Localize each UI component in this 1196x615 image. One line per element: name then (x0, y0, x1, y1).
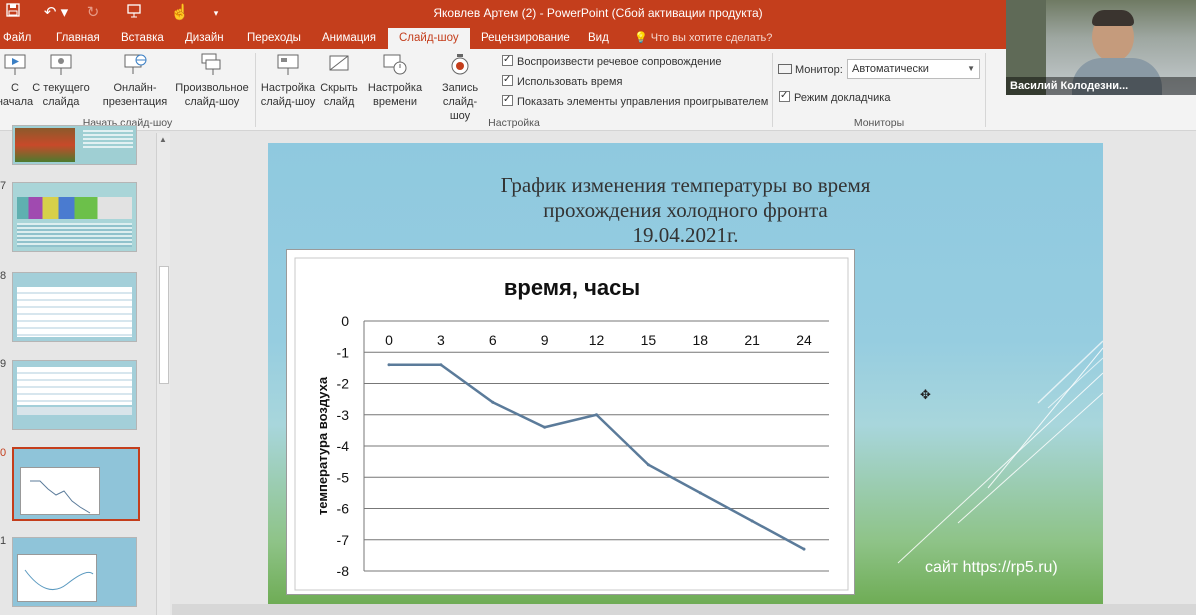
monitor-icon (778, 64, 792, 74)
y-tick-label: 0 (341, 313, 349, 329)
from-current-button[interactable]: С текущего слайда (30, 52, 92, 109)
x-tick-label: 3 (437, 332, 445, 348)
x-tick-label: 9 (541, 332, 549, 348)
setup-show-icon (275, 52, 301, 78)
record-icon (447, 52, 473, 78)
custom-slideshow-button[interactable]: Произвольное слайд-шоу (172, 52, 252, 109)
tab-home[interactable]: Главная (47, 28, 109, 49)
y-tick-label: -5 (337, 469, 350, 485)
checkbox-checked-icon (779, 89, 790, 103)
y-tick-label: -1 (337, 344, 350, 360)
presenter-view-checkbox[interactable]: Режим докладчика (779, 89, 890, 105)
slide-canvas[interactable]: График изменения температуры во время пр… (268, 143, 1103, 613)
x-tick-label: 12 (589, 332, 605, 348)
monitor-label: Монитор: (778, 63, 843, 77)
slideshow-from-current-icon (48, 52, 74, 78)
tab-slideshow[interactable]: Слайд-шоу (388, 28, 470, 49)
x-tick-label: 18 (692, 332, 708, 348)
data-point (802, 547, 806, 551)
x-tick-label: 6 (489, 332, 497, 348)
lightbulb-icon: 💡 (634, 32, 648, 44)
data-point (491, 400, 495, 404)
media-controls-checkbox[interactable]: Показать элементы управления проигрывате… (502, 93, 768, 109)
chevron-down-icon: ▼ (967, 64, 975, 73)
setup-slideshow-button[interactable]: Настройка слайд-шоу (258, 52, 318, 109)
x-tick-label: 21 (744, 332, 760, 348)
data-point (543, 425, 547, 429)
rehearse-timings-button[interactable]: Настройка времени (364, 52, 426, 109)
y-tick-label: -7 (337, 532, 350, 548)
hide-slide-button[interactable]: Скрыть слайд (318, 52, 360, 109)
x-tick-label: 24 (796, 332, 812, 348)
slide-number: 8 (0, 270, 7, 282)
source-text[interactable]: сайт https://rp5.ru) (925, 559, 1058, 577)
group-label-setup: Настройка (488, 117, 540, 129)
group-label-monitors: Мониторы (853, 117, 905, 129)
tab-view[interactable]: Вид (579, 28, 618, 49)
hide-slide-icon (326, 52, 352, 78)
data-point (646, 463, 650, 467)
slide-number: 0 (0, 447, 7, 459)
slide-number: 1 (0, 535, 7, 547)
data-point (595, 413, 598, 417)
y-tick-label: -4 (337, 438, 350, 454)
slide-thumbnail-current[interactable] (12, 447, 140, 521)
globe-screen-icon (122, 52, 148, 78)
slide-thumbnail[interactable] (12, 537, 137, 607)
checkbox-checked-icon (502, 73, 513, 87)
tab-animations[interactable]: Анимация (313, 28, 385, 49)
tab-review[interactable]: Рецензирование (472, 28, 579, 49)
mouse-cursor-icon: ✥ (920, 387, 931, 402)
x-tick-label: 0 (385, 332, 393, 348)
data-point (387, 363, 391, 367)
data-point (750, 519, 754, 523)
from-beginning-button[interactable]: С начала (0, 52, 34, 109)
y-tick-label: -6 (337, 501, 350, 517)
tab-insert[interactable]: Вставка (112, 28, 173, 49)
slide-thumbnail[interactable] (12, 182, 137, 252)
data-point (439, 363, 443, 367)
record-slideshow-button[interactable]: Запись слайд- шоу (424, 52, 496, 123)
group-separator (772, 53, 773, 127)
participant-name: Василий Колодезни... (1006, 77, 1196, 95)
slide-thumbnail[interactable] (12, 272, 137, 342)
scrollbar-thumb[interactable] (159, 266, 169, 384)
chart-object[interactable]: время, часы 0 -1 -2 -3 -4 -5 -6 -7 -8 0 3 6 9 12 15 18 21… (286, 249, 855, 595)
tab-design[interactable]: Дизайн (176, 28, 233, 49)
tell-me-search[interactable]: 💡 Что вы хотите сделать? (634, 28, 772, 49)
y-tick-label: -2 (337, 376, 350, 392)
checkbox-checked-icon (502, 53, 513, 67)
online-presentation-button[interactable]: Онлайн- презентация (98, 52, 172, 109)
monitor-select[interactable]: Автоматически ▼ (847, 59, 980, 79)
status-strip (172, 604, 1196, 615)
narration-checkbox[interactable]: Воспроизвести речевое сопровождение (502, 53, 722, 69)
tab-transitions[interactable]: Переходы (238, 28, 310, 49)
checkbox-checked-icon (502, 93, 513, 107)
slide-thumbnail[interactable] (12, 125, 137, 165)
slide-title[interactable]: График изменения температуры во время пр… (268, 173, 1103, 248)
use-timings-checkbox[interactable]: Использовать время (502, 73, 622, 89)
custom-show-icon (199, 52, 225, 78)
slide-thumbnail-panel: 7 8 9 0 1 (0, 125, 172, 615)
chart-title: время, часы (504, 275, 640, 300)
slide-number: 7 (0, 180, 7, 192)
slide-thumbnail[interactable] (12, 360, 137, 430)
data-point (698, 491, 702, 495)
group-separator (985, 53, 986, 127)
y-tick-label: -8 (337, 563, 350, 579)
webcam-video: Василий Колодезни... (1006, 0, 1196, 95)
scroll-up-icon[interactable]: ▲ (159, 135, 167, 144)
slide-number: 9 (0, 358, 7, 370)
tab-file[interactable]: Файл (0, 28, 40, 49)
group-separator (255, 53, 256, 127)
slideshow-from-start-icon (2, 52, 28, 78)
line-chart: время, часы 0 -1 -2 -3 -4 -5 -6 -7 -8 0 3 6 9 12 15 18 21… (294, 257, 849, 591)
y-axis-label: температура воздуха (315, 376, 330, 515)
x-tick-label: 15 (641, 332, 657, 348)
y-tick-label: -3 (337, 407, 350, 423)
thumbnail-scrollbar[interactable]: ▲ (156, 133, 170, 615)
rehearse-timer-icon (382, 52, 408, 78)
